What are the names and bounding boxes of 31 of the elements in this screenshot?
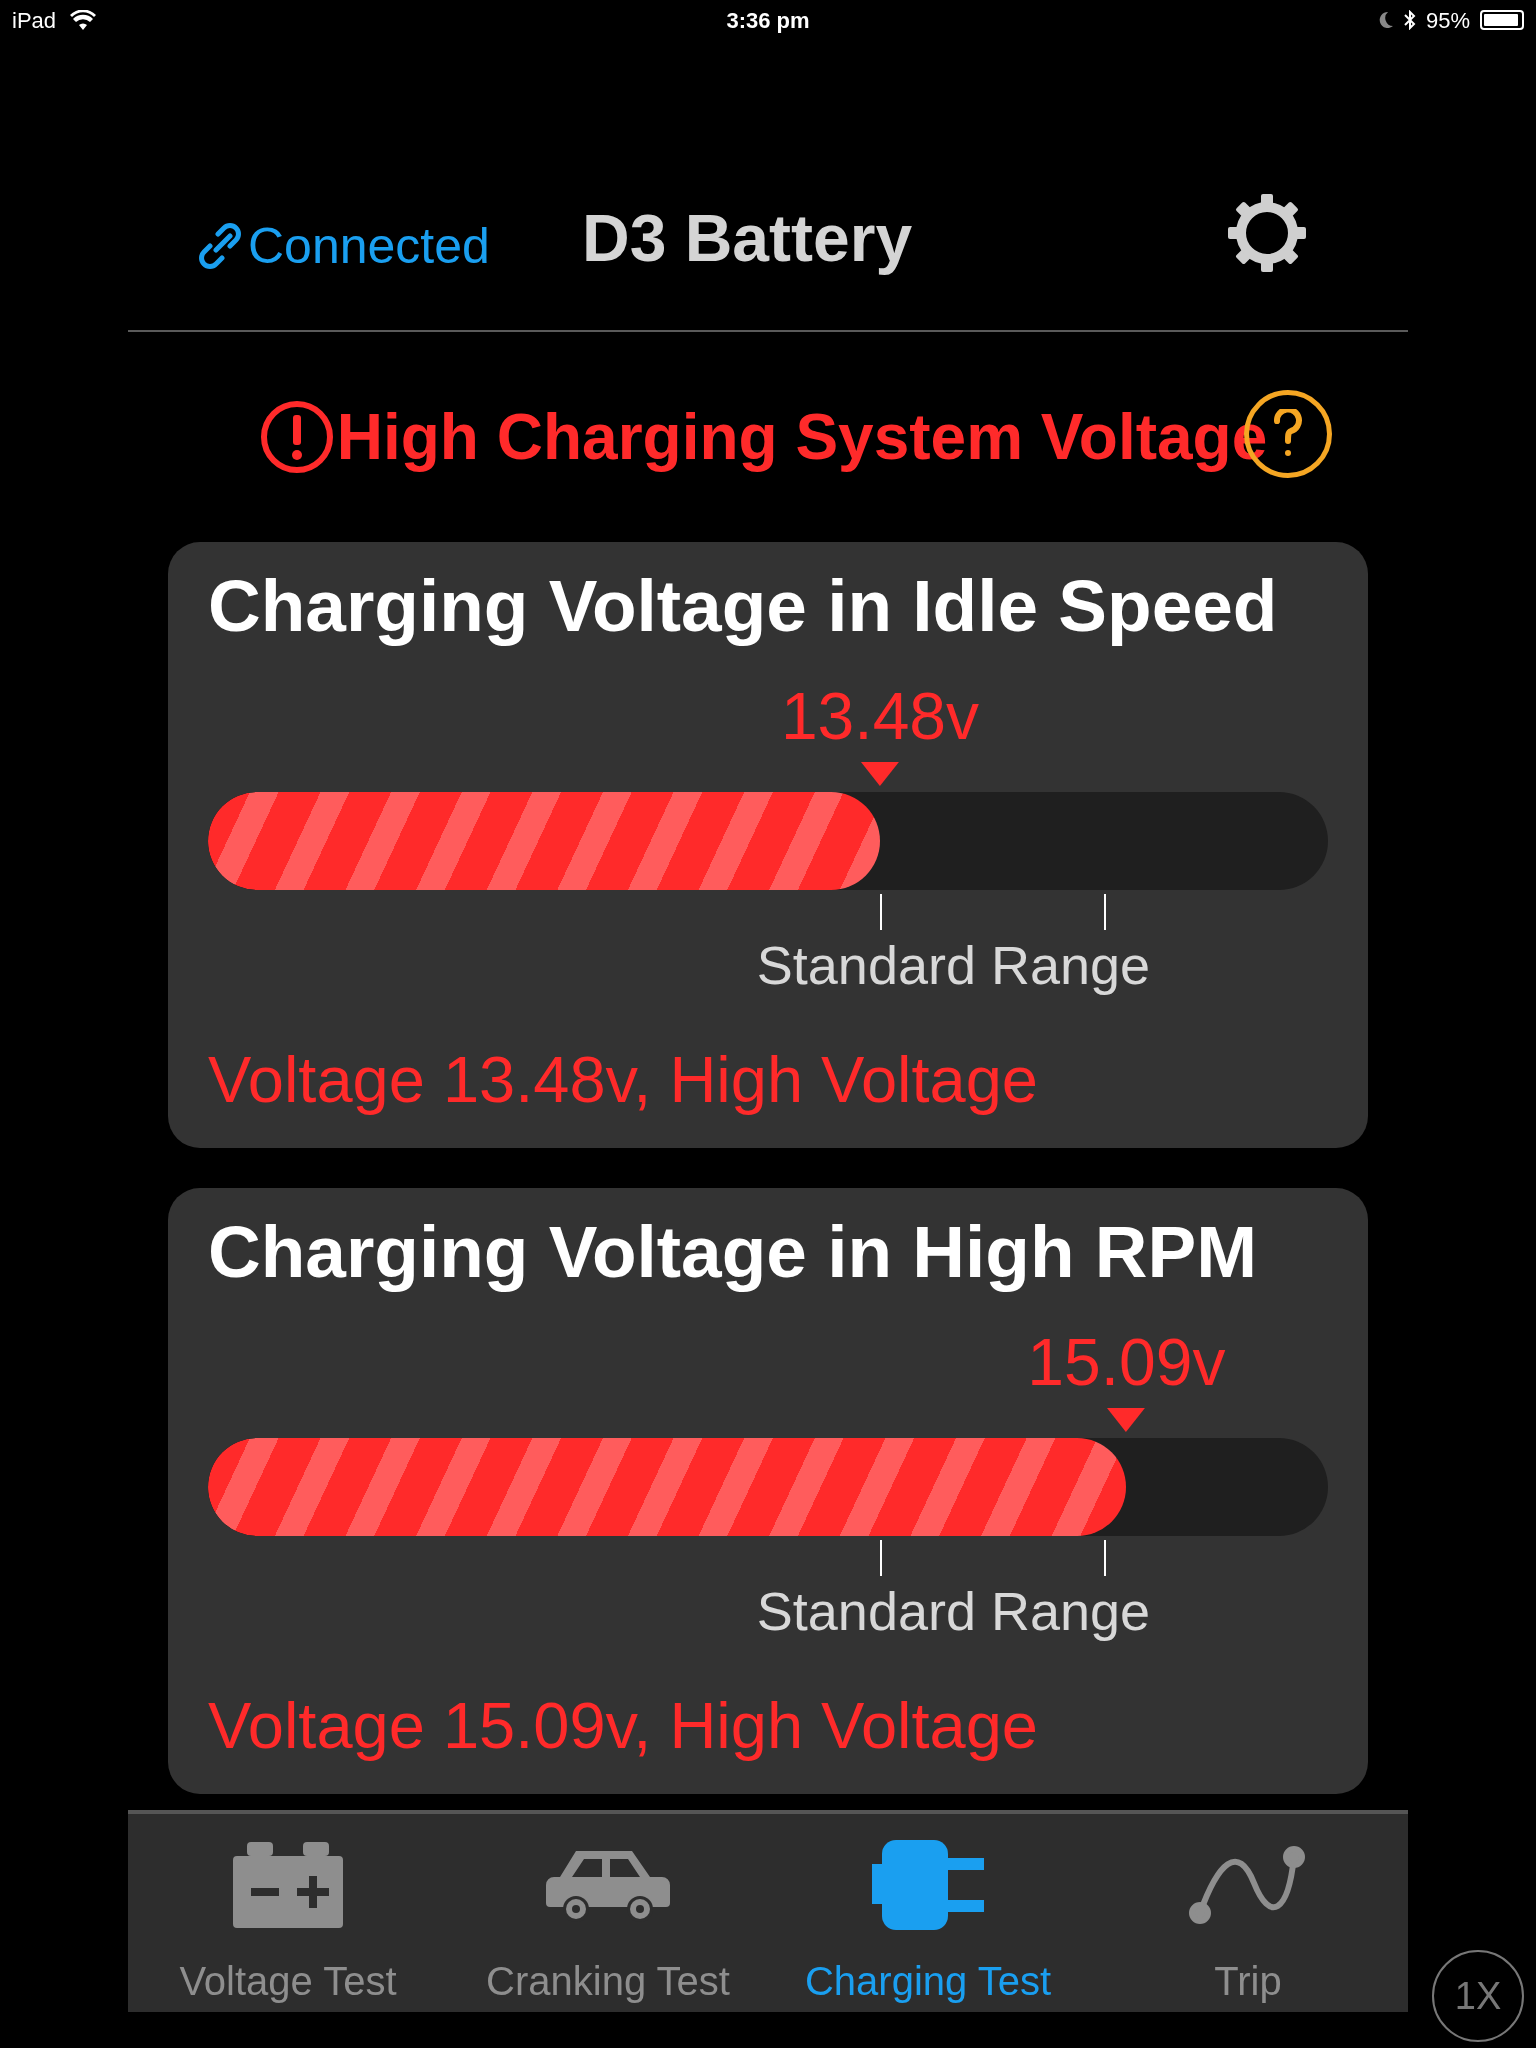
- battery-indicator: [1480, 10, 1524, 30]
- battery-icon: [233, 1842, 343, 1928]
- app-title: D3 Battery: [582, 200, 913, 276]
- pointer-icon: [861, 762, 899, 786]
- tab[interactable]: Cranking Test: [448, 1814, 768, 2012]
- clock: 3:36 pm: [726, 6, 810, 35]
- tab[interactable]: Charging Test: [768, 1814, 1088, 2012]
- wifi-icon: [70, 10, 97, 30]
- settings-icon: [1226, 192, 1308, 274]
- tab[interactable]: Voltage Test: [128, 1814, 448, 2012]
- device-name: iPad: [12, 6, 57, 35]
- route-curve-icon: [1188, 1843, 1308, 1927]
- connection-status[interactable]: Connected: [248, 216, 490, 276]
- pointer-icon: [1107, 1408, 1146, 1432]
- range-label: Standard Range: [756, 1580, 1151, 1643]
- voltage-reading: 15.09v: [1027, 1324, 1226, 1401]
- bluetooth-icon: [1403, 10, 1416, 30]
- range-label: Standard Range: [756, 934, 1151, 997]
- status-text: Voltage 15.09v, High Voltage: [208, 1688, 1039, 1764]
- plug-icon: [872, 1840, 984, 1930]
- settings-button[interactable]: [1226, 192, 1308, 274]
- question-icon: [1273, 409, 1303, 459]
- battery-percent: 95%: [1425, 6, 1470, 35]
- voltage-reading: 13.48v: [780, 678, 980, 755]
- card-title: Charging Voltage in High RPM: [208, 1210, 1259, 1294]
- exclamation-circle-icon: [258, 399, 335, 475]
- moon-icon: [1377, 11, 1394, 29]
- card-title: Charging Voltage in Idle Speed: [208, 564, 1279, 648]
- status-text: Voltage 13.48v, High Voltage: [208, 1042, 1039, 1118]
- tab[interactable]: Trip: [1088, 1814, 1408, 2012]
- zoom-button[interactable]: 1X: [1432, 1950, 1524, 2042]
